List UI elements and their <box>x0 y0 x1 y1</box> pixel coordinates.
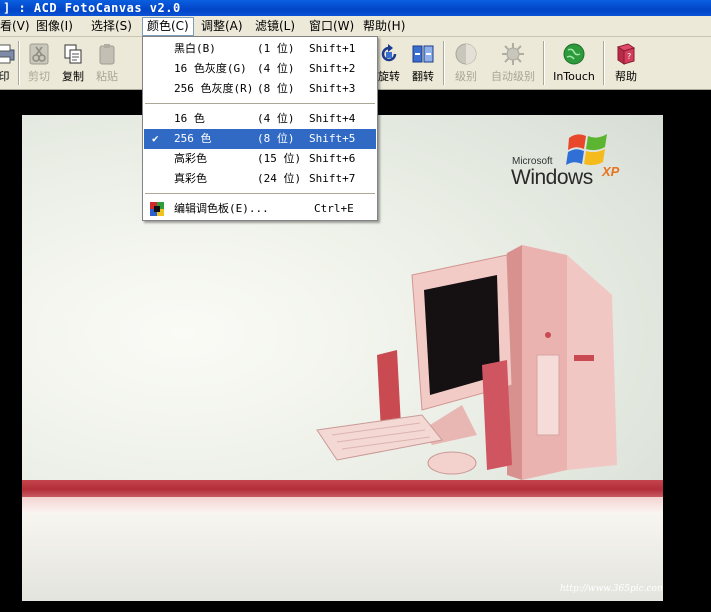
photo-pink-band <box>22 497 663 513</box>
menu-item-shortcut: Shift+5 <box>309 132 356 145</box>
window-title: ] : ACD FotoCanvas v2.0 <box>0 0 711 16</box>
menu-item-edit-palette[interactable]: 编辑调色板(E)... Ctrl+E <box>144 199 376 219</box>
intouch-label: InTouch <box>553 70 595 83</box>
rotate-button[interactable]: 旋转 <box>374 40 404 88</box>
menu-help[interactable]: 帮助(H) <box>359 17 409 36</box>
auto-levels-icon <box>502 43 524 65</box>
print-button[interactable]: 印 <box>0 40 16 88</box>
menu-item-shortcut: Shift+7 <box>309 172 356 185</box>
menu-image[interactable]: 图像(I) <box>32 17 77 36</box>
intouch-button[interactable]: InTouch <box>551 40 597 88</box>
logo-suffix: XP <box>602 164 620 179</box>
copy-icon <box>64 44 82 64</box>
toolbar-separator <box>443 41 445 85</box>
menu-item-label: 256 色灰度(R) <box>174 82 254 95</box>
menu-item-label: 16 色灰度(G) <box>174 62 247 75</box>
menu-item-bits: (4 位) <box>257 62 295 75</box>
menu-item-label: 黑白(B) <box>174 42 216 55</box>
help-label: 帮助 <box>615 70 637 83</box>
printer-icon <box>0 44 15 64</box>
cut-button[interactable]: 剪切 <box>24 40 54 88</box>
menu-item-label: 真彩色 <box>174 172 207 185</box>
copy-label: 复制 <box>62 70 84 83</box>
watermark-text: http://www.365pic.com <box>560 584 663 594</box>
levels-button[interactable]: 级别 <box>450 40 482 88</box>
menu-item-bits: (4 位) <box>257 112 295 125</box>
menu-filter[interactable]: 滤镜(L) <box>251 17 299 36</box>
flip-label: 翻转 <box>412 70 434 83</box>
menu-window[interactable]: 窗口(W) <box>305 17 358 36</box>
paste-button[interactable]: 粘贴 <box>92 40 122 88</box>
menu-item-high-color[interactable]: 高彩色 (15 位) Shift+6 <box>144 149 376 169</box>
menu-item-bits: (1 位) <box>257 42 295 55</box>
paste-label: 粘贴 <box>96 70 118 83</box>
windows-xp-logo: Microsoft Windows XP <box>508 130 638 190</box>
menu-adjust[interactable]: 调整(A) <box>197 17 247 36</box>
palette-icon <box>150 202 164 216</box>
scissors-icon <box>29 43 49 65</box>
toolbar-separator <box>18 41 20 85</box>
menu-item-label: 高彩色 <box>174 152 207 165</box>
menu-view[interactable]: 看(V) <box>0 17 34 36</box>
toolbar-separator <box>543 41 545 85</box>
menu-item-label: 16 色 <box>174 112 205 125</box>
levels-icon <box>455 43 477 65</box>
menu-item-16-color[interactable]: 16 色 (4 位) Shift+4 <box>144 109 376 129</box>
menu-item-bits: (24 位) <box>257 172 302 185</box>
toolbar-separator <box>603 41 605 85</box>
menu-separator <box>145 103 375 104</box>
menu-item-bits: (15 位) <box>257 152 302 165</box>
menu-color[interactable]: 颜色(C) <box>142 17 194 36</box>
rotate-icon <box>381 44 397 62</box>
menu-item-256-grayscale[interactable]: 256 色灰度(R) (8 位) Shift+3 <box>144 79 376 99</box>
color-menu-dropdown: 黑白(B) (1 位) Shift+1 16 色灰度(G) (4 位) Shif… <box>142 36 378 221</box>
rotate-label: 旋转 <box>378 70 400 83</box>
menu-item-label: 编辑调色板(E)... <box>174 202 269 215</box>
levels-label: 级别 <box>455 70 477 83</box>
flip-button[interactable]: 翻转 <box>408 40 438 88</box>
menu-item-true-color[interactable]: 真彩色 (24 位) Shift+7 <box>144 169 376 189</box>
flip-icon <box>412 45 434 63</box>
check-icon: ✔ <box>152 132 159 145</box>
help-button[interactable]: ? 帮助 <box>611 40 641 88</box>
print-label: 印 <box>0 70 10 83</box>
paste-icon <box>99 44 115 65</box>
svg-text:?: ? <box>627 52 631 61</box>
menu-item-16-grayscale[interactable]: 16 色灰度(G) (4 位) Shift+2 <box>144 59 376 79</box>
help-book-icon: ? <box>616 43 636 65</box>
menu-item-256-color[interactable]: ✔ 256 色 (8 位) Shift+5 <box>144 129 376 149</box>
menu-item-shortcut: Shift+1 <box>309 42 356 55</box>
menu-item-label: 256 色 <box>174 132 212 145</box>
menu-item-bits: (8 位) <box>257 132 295 145</box>
pink-computer-illustration <box>316 245 617 480</box>
menu-item-black-white[interactable]: 黑白(B) (1 位) Shift+1 <box>144 39 376 59</box>
cut-label: 剪切 <box>28 70 50 83</box>
menu-item-shortcut: Shift+2 <box>309 62 356 75</box>
menu-item-shortcut: Shift+6 <box>309 152 356 165</box>
menu-item-shortcut: Shift+3 <box>309 82 356 95</box>
auto-levels-label: 自动级别 <box>491 70 535 83</box>
auto-levels-button[interactable]: 自动级别 <box>488 40 538 88</box>
menu-item-shortcut: Shift+4 <box>309 112 356 125</box>
menu-separator <box>145 193 375 194</box>
copy-button[interactable]: 复制 <box>58 40 88 88</box>
menu-select[interactable]: 选择(S) <box>87 17 136 36</box>
globe-icon <box>563 43 585 65</box>
logo-product: Windows <box>511 166 593 189</box>
menu-bar: 看(V) 图像(I) 选择(S) 颜色(C) 调整(A) 滤镜(L) 窗口(W)… <box>0 16 711 37</box>
menu-item-bits: (8 位) <box>257 82 295 95</box>
menu-item-shortcut: Ctrl+E <box>314 202 354 215</box>
